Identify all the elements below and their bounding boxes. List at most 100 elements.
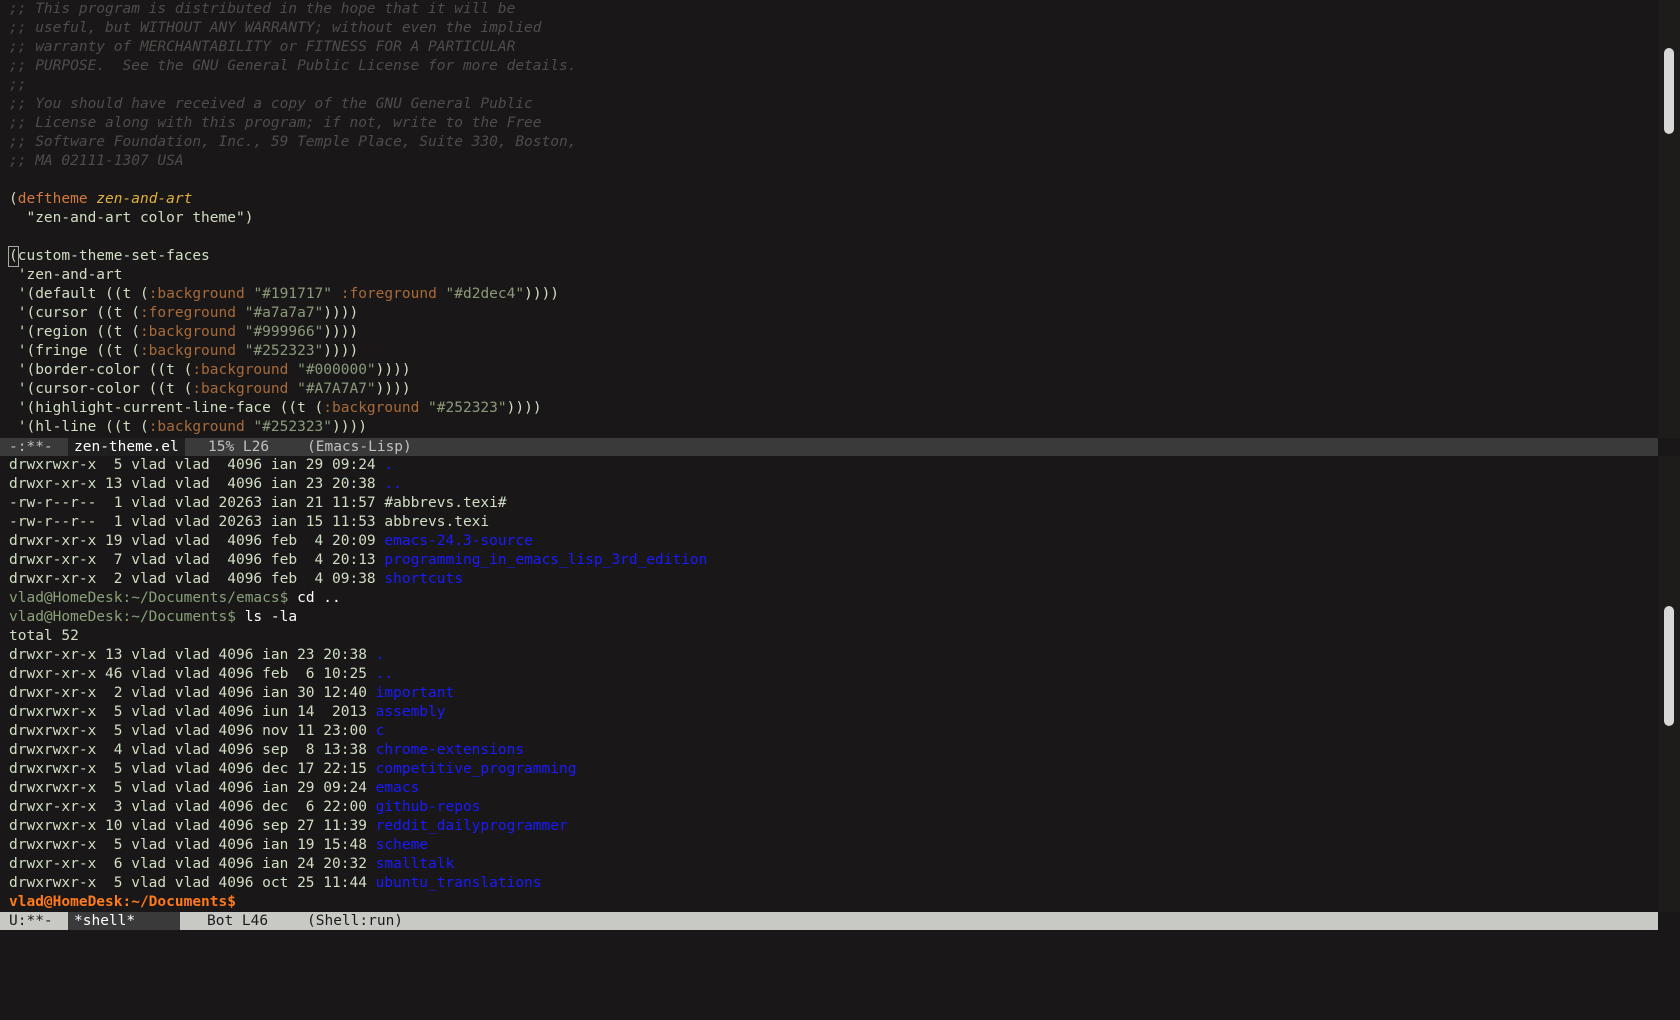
shell-line[interactable]: drwxr-xr-x 13 vlad vlad 4096 ian 23 20:3… bbox=[0, 646, 1658, 665]
shell-line[interactable]: drwxrwxr-x 5 vlad vlad 4096 oct 25 11:44… bbox=[0, 874, 1658, 893]
editor-window-zen-theme[interactable]: ;; This program is distributed in the ho… bbox=[0, 0, 1658, 438]
directory-name: github-repos bbox=[375, 799, 481, 815]
code-comment: ;; You should have received a copy of th… bbox=[9, 96, 533, 112]
modeline-mode[interactable]: (Shell:run) bbox=[307, 912, 403, 930]
editor-line[interactable]: ;; warranty of MERCHANTABILITY or FITNES… bbox=[0, 38, 1658, 57]
modeline-buffer-name[interactable]: *shell* bbox=[68, 912, 180, 930]
shell-line[interactable]: -rw-r--r-- 1 vlad vlad 20263 ian 15 11:5… bbox=[0, 513, 1658, 532]
shell-scrollbar-thumb[interactable] bbox=[1664, 606, 1674, 726]
code-text: drwxrwxr-x 4 vlad vlad 4096 sep 8 13:38 bbox=[9, 742, 376, 758]
shell-scrollbar[interactable] bbox=[1658, 456, 1680, 912]
code-text: "#252323" bbox=[253, 419, 333, 435]
shell-line[interactable]: -rw-r--r-- 1 vlad vlad 20263 ian 21 11:5… bbox=[0, 494, 1658, 513]
code-text: :foreground bbox=[340, 286, 437, 302]
editor-line[interactable]: ;; This program is distributed in the ho… bbox=[0, 0, 1658, 19]
shell-line[interactable]: drwxr-xr-x 6 vlad vlad 4096 ian 24 20:32… bbox=[0, 855, 1658, 874]
code-text: drwxr-xr-x 7 vlad vlad 4096 feb 4 20:13 bbox=[9, 552, 385, 568]
shell-line[interactable]: drwxr-xr-x 3 vlad vlad 4096 dec 6 22:00 … bbox=[0, 798, 1658, 817]
code-comment: ;; License along with this program; if n… bbox=[9, 115, 542, 131]
shell-prompt: vlad@HomeDesk:~/Documents$ bbox=[9, 894, 236, 910]
shell-line[interactable]: drwxr-xr-x 2 vlad vlad 4096 ian 30 12:40… bbox=[0, 684, 1658, 703]
shell-line[interactable]: drwxrwxr-x 5 vlad vlad 4096 ian 19 15:48… bbox=[0, 836, 1658, 855]
directory-name: ubuntu_translations bbox=[375, 875, 542, 891]
code-text: "#191717" bbox=[253, 286, 333, 302]
directory-name: . bbox=[375, 647, 385, 663]
editor-line[interactable]: 'zen-and-art bbox=[0, 266, 1658, 285]
editor-line[interactable]: '(highlight-current-line-face ((t (:back… bbox=[0, 399, 1658, 418]
editor-scrollbar-thumb[interactable] bbox=[1664, 48, 1674, 134]
editor-scrollbar[interactable] bbox=[1658, 0, 1680, 438]
editor-line[interactable]: "zen-and-art color theme") bbox=[0, 209, 1658, 228]
directory-name: chrome-extensions bbox=[375, 742, 525, 758]
directory-name: reddit_dailyprogrammer bbox=[375, 818, 568, 834]
editor-line[interactable]: '(border-color ((t (:background "#000000… bbox=[0, 361, 1658, 380]
directory-name: competitive_programming bbox=[375, 761, 577, 777]
directory-name: important bbox=[375, 685, 455, 701]
shell-modeline[interactable]: U:**- *shell* Bot L46 (Shell:run) bbox=[0, 912, 1658, 930]
code-text: "#a7a7a7" bbox=[244, 305, 324, 321]
shell-line[interactable]: vlad@HomeDesk:~/Documents/emacs$ cd .. bbox=[0, 589, 1658, 608]
minibuffer[interactable] bbox=[0, 930, 1658, 963]
modeline-position: Bot L46 bbox=[207, 913, 269, 929]
shell-line[interactable]: vlad@HomeDesk:~/Documents$ ls -la bbox=[0, 608, 1658, 627]
code-text: drwxr-xr-x 13 vlad vlad 4096 ian 23 20:3… bbox=[9, 476, 385, 492]
editor-line[interactable]: ;; bbox=[0, 76, 1658, 95]
editor-line[interactable]: (custom-theme-set-faces bbox=[0, 246, 1658, 267]
code-text: :background bbox=[323, 400, 420, 416]
emacs-frame: ;; This program is distributed in the ho… bbox=[0, 0, 1680, 963]
directory-name: c bbox=[375, 723, 385, 739]
shell-line[interactable]: drwxr-xr-x 2 vlad vlad 4096 feb 4 09:38 … bbox=[0, 570, 1658, 589]
shell-line[interactable]: drwxr-xr-x 7 vlad vlad 4096 feb 4 20:13 … bbox=[0, 551, 1658, 570]
shell-line[interactable]: drwxrwxr-x 5 vlad vlad 4096 nov 11 23:00… bbox=[0, 722, 1658, 741]
editor-line[interactable]: ;; Software Foundation, Inc., 59 Temple … bbox=[0, 133, 1658, 152]
editor-modeline[interactable]: -:**- zen-theme.el 15% L26 (Emacs-Lisp) bbox=[0, 438, 1658, 456]
editor-line[interactable]: ;; License along with this program; if n… bbox=[0, 114, 1658, 133]
editor-line[interactable]: '(cursor-color ((t (:background "#A7A7A7… bbox=[0, 380, 1658, 399]
code-comment: ;; bbox=[9, 77, 27, 93]
directory-name: .. bbox=[384, 476, 402, 492]
code-text: "#999966" bbox=[244, 324, 324, 340]
editor-line[interactable]: (deftheme zen-and-art bbox=[0, 190, 1658, 209]
code-text: '(border-color ((t ( bbox=[9, 362, 193, 378]
editor-line[interactable]: ;; PURPOSE. See the GNU General Public L… bbox=[0, 57, 1658, 76]
code-text: '(region ((t ( bbox=[9, 324, 140, 340]
code-text: '(cursor ((t ( bbox=[9, 305, 140, 321]
editor-line[interactable]: ;; MA 02111-1307 USA bbox=[0, 152, 1658, 171]
code-text: )))) bbox=[332, 419, 367, 435]
shell-line[interactable]: drwxrwxr-x 5 vlad vlad 4096 dec 17 22:15… bbox=[0, 760, 1658, 779]
code-text: )))) bbox=[375, 362, 411, 378]
modeline-buffer-name[interactable]: zen-theme.el bbox=[68, 438, 185, 456]
editor-line[interactable] bbox=[0, 171, 1658, 190]
shell-line[interactable]: drwxrwxr-x 4 vlad vlad 4096 sep 8 13:38 … bbox=[0, 741, 1658, 760]
editor-line[interactable]: ;; You should have received a copy of th… bbox=[0, 95, 1658, 114]
modeline-mode[interactable]: (Emacs-Lisp) bbox=[307, 438, 412, 456]
code-text: "#252323" bbox=[428, 400, 507, 416]
code-text: drwxr-xr-x 6 vlad vlad 4096 ian 24 20:32 bbox=[9, 856, 376, 872]
shell-line[interactable]: drwxr-xr-x 13 vlad vlad 4096 ian 23 20:3… bbox=[0, 475, 1658, 494]
shell-line[interactable]: vlad@HomeDesk:~/Documents$ bbox=[0, 893, 1658, 912]
shell-window[interactable]: drwxrwxr-x 5 vlad vlad 4096 ian 29 09:24… bbox=[0, 456, 1658, 912]
shell-line[interactable]: drwxr-xr-x 46 vlad vlad 4096 feb 6 10:25… bbox=[0, 665, 1658, 684]
code-text: -rw-r--r-- 1 vlad vlad 20263 ian 21 11:5… bbox=[9, 495, 507, 511]
directory-name: emacs-24.3-source bbox=[384, 533, 533, 549]
editor-line[interactable] bbox=[0, 228, 1658, 247]
editor-line[interactable]: '(region ((t (:background "#999966")))) bbox=[0, 323, 1658, 342]
shell-line[interactable]: drwxr-xr-x 19 vlad vlad 4096 feb 4 20:09… bbox=[0, 532, 1658, 551]
editor-line[interactable]: '(default ((t (:background "#191717" :fo… bbox=[0, 285, 1658, 304]
shell-line[interactable]: drwxrwxr-x 5 vlad vlad 4096 ian 29 09:24… bbox=[0, 456, 1658, 475]
editor-line[interactable]: '(hl-line ((t (:background "#252323")))) bbox=[0, 418, 1658, 437]
editor-line[interactable]: '(fringe ((t (:background "#252323")))) bbox=[0, 342, 1658, 361]
shell-command: cd .. bbox=[297, 590, 341, 606]
editor-line[interactable]: '(cursor ((t (:foreground "#a7a7a7")))) bbox=[0, 304, 1658, 323]
shell-line[interactable]: drwxrwxr-x 5 vlad vlad 4096 ian 29 09:24… bbox=[0, 779, 1658, 798]
shell-line[interactable]: total 52 bbox=[0, 627, 1658, 646]
shell-line[interactable]: drwxrwxr-x 5 vlad vlad 4096 iun 14 2013 … bbox=[0, 703, 1658, 722]
modeline-status: U:**- bbox=[9, 913, 53, 929]
shell-line[interactable]: drwxrwxr-x 10 vlad vlad 4096 sep 27 11:3… bbox=[0, 817, 1658, 836]
editor-line[interactable]: ;; useful, but WITHOUT ANY WARRANTY; wit… bbox=[0, 19, 1658, 38]
